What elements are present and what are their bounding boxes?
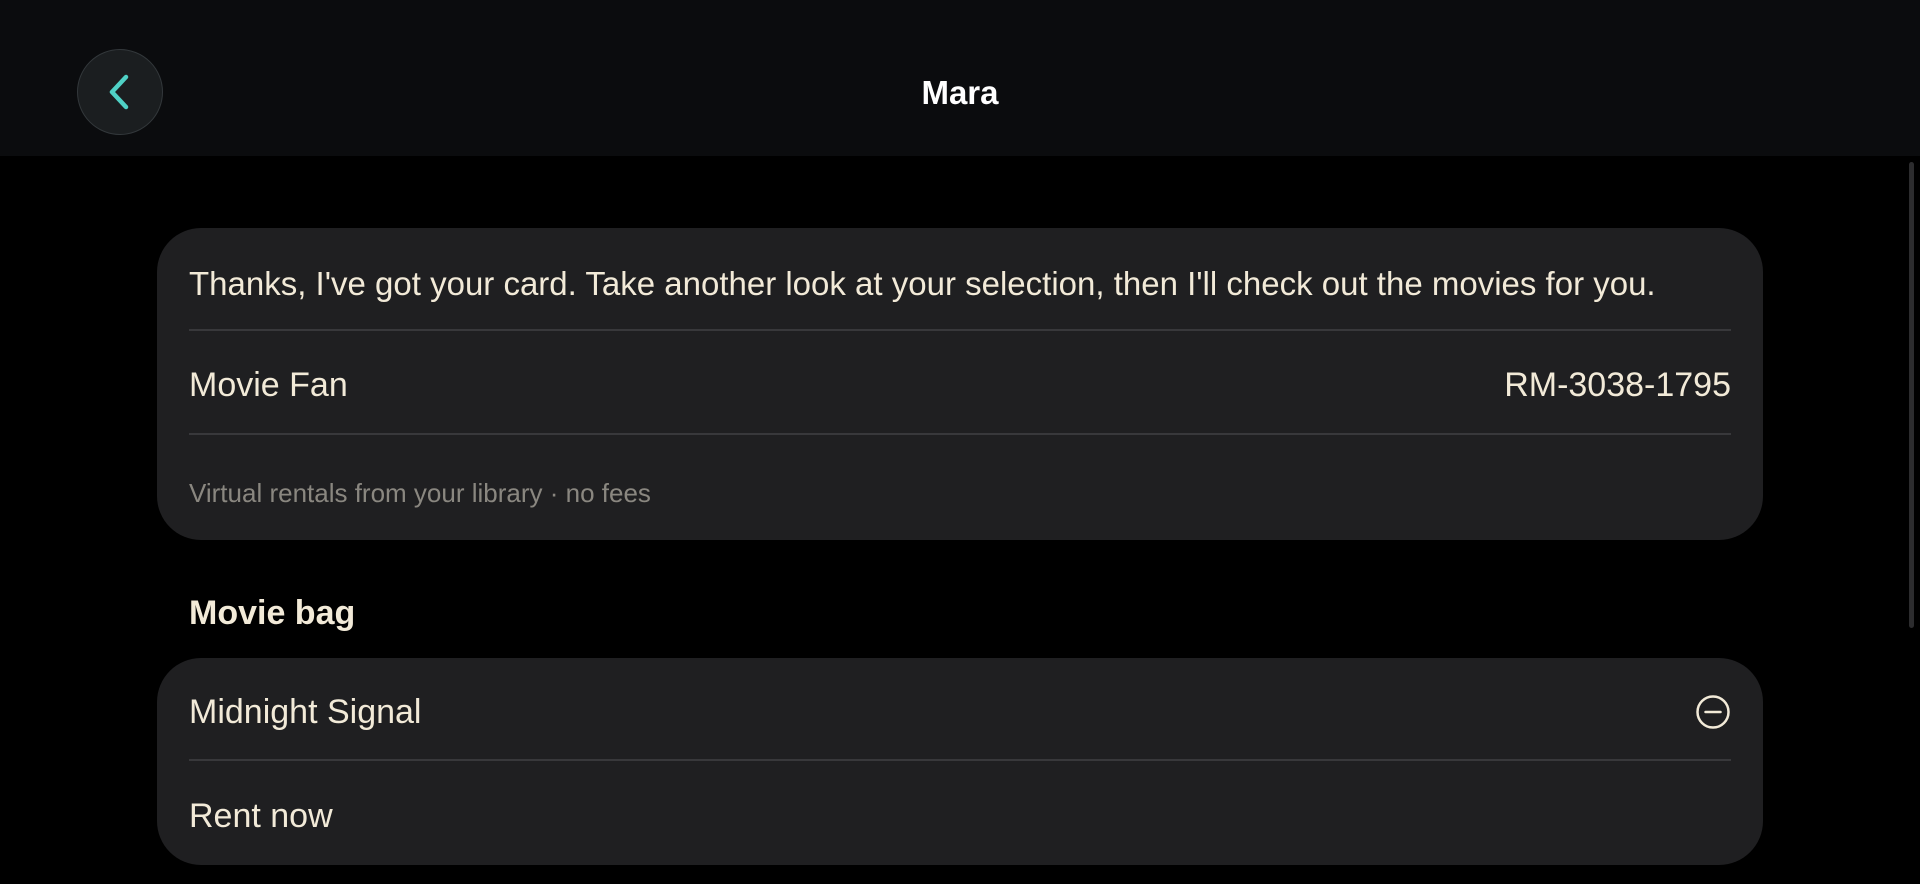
rent-now-label: Rent now bbox=[189, 796, 333, 835]
section-title-movie-bag: Movie bag bbox=[189, 594, 356, 632]
movie-title: Midnight Signal bbox=[189, 692, 422, 731]
info-card: Thanks, I've got your card. Take another… bbox=[157, 228, 1763, 540]
assistant-message: Thanks, I've got your card. Take another… bbox=[189, 265, 1656, 302]
membership-id: RM-3038-1795 bbox=[1504, 365, 1731, 404]
divider bbox=[189, 759, 1731, 761]
minus-circle-icon bbox=[1696, 695, 1730, 729]
membership-label: Movie Fan bbox=[189, 365, 348, 404]
rental-note: Virtual rentals from your library · no f… bbox=[189, 477, 651, 508]
divider bbox=[189, 329, 1731, 331]
remove-movie-button[interactable] bbox=[1695, 694, 1731, 730]
rent-now-button[interactable]: Rent now bbox=[189, 786, 1731, 846]
page-title: Mara bbox=[921, 74, 999, 111]
movie-bag-card: Midnight Signal Rent now bbox=[157, 658, 1763, 865]
list-item: Midnight Signal bbox=[189, 682, 1731, 742]
divider bbox=[189, 433, 1731, 435]
scrollbar[interactable] bbox=[1909, 162, 1914, 628]
